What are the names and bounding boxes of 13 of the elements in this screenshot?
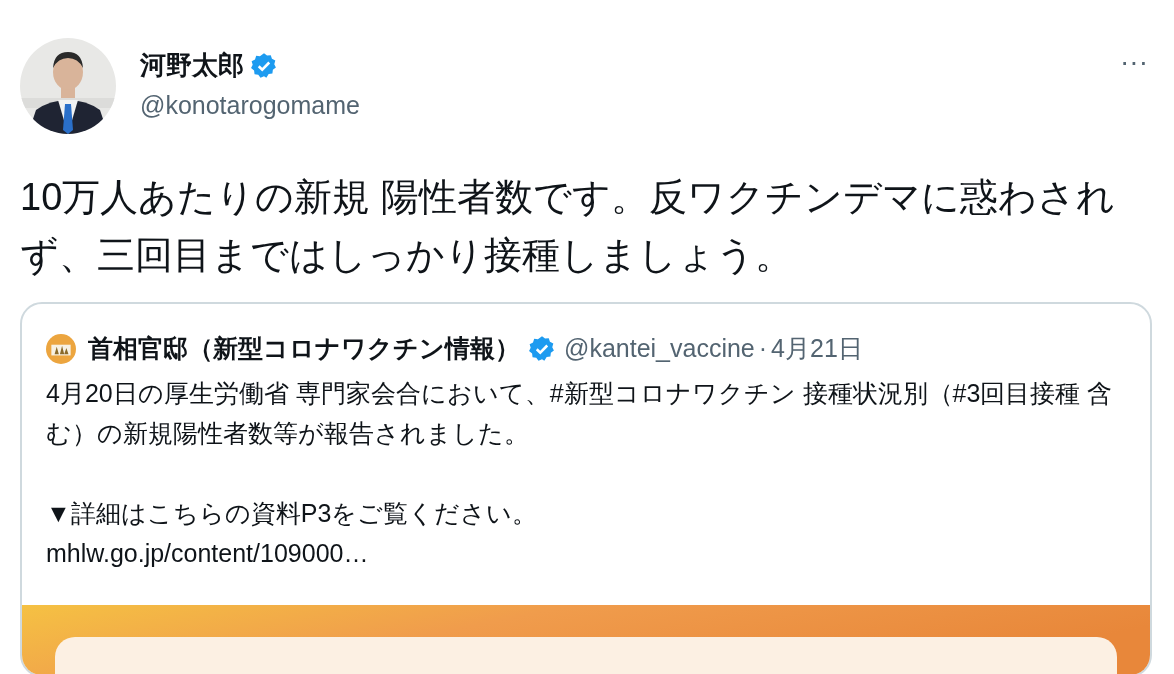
author-handle[interactable]: @konotarogomame [140,91,360,120]
tweet-text: 10万人あたりの新規 陽性者数です。反ワクチンデマに惑わされず、三回目まではしっかり接種しましょう。 [20,175,1116,278]
author-name[interactable]: 河野太郎 [140,48,244,83]
logo-icon [46,333,76,364]
quoted-paragraph: 4月20日の厚生労働省 専門家会合において、#新型コロナワクチン 接種状況別（#3回目接種 含む）の新規陽性者数等が報告されました。 [46,378,1114,449]
quoted-paragraph: ▼詳細はこちらの資料P3をご覧ください。 [46,498,539,529]
quoted-tweet-card[interactable]: 首相官邸（新型コロナワクチン情報） @kantei_vaccine · 4月21日 4月20日の厚生労働省 専門家会合において、#新型コロナワクチン 接種状況別（#3回目接種 含む）の新規陽性者数等が報告されました。 ▼詳細はこちらの資料P3をご覧ください。 mhlw.go.jp/content/109000… [20,302,1152,674]
tweet-date[interactable]: 4月21日 [771,332,863,365]
link[interactable]: mhlw.go.jp/content/109000… [46,533,1126,573]
more-button[interactable]: ··· [1114,48,1154,76]
separator: · [758,334,768,363]
quoted-author-name[interactable]: 首相官邸（新型コロナワクチン情報） [88,332,520,365]
quoted-author-handle[interactable]: @kantei_vaccine [564,334,755,363]
